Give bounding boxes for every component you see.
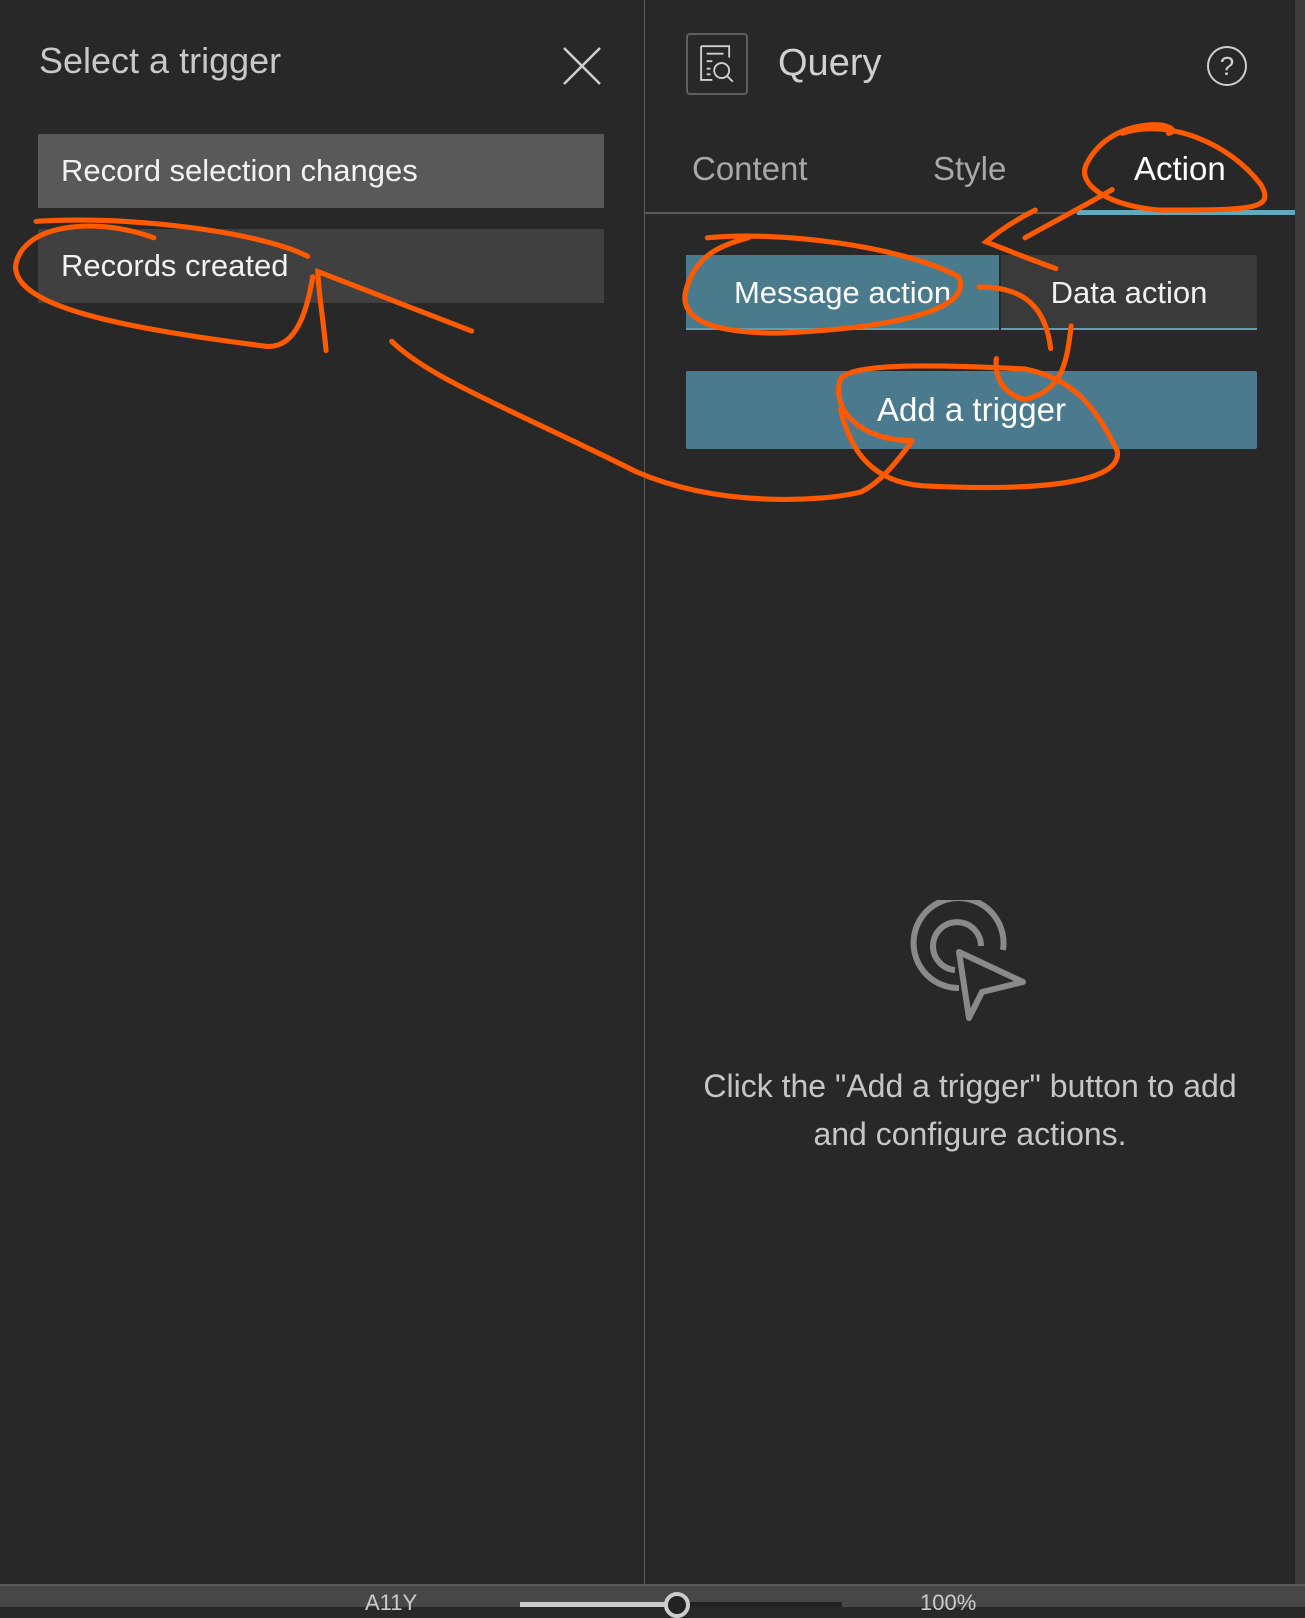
a11y-label[interactable]: A11Y — [365, 1590, 417, 1616]
data-action-tab[interactable]: Data action — [1001, 255, 1257, 330]
query-settings-panel: Query ? Content Style Action Message act… — [645, 0, 1295, 1584]
widget-title: Query — [778, 42, 882, 84]
zoom-slider-fill — [520, 1602, 678, 1607]
query-icon — [686, 33, 748, 95]
trigger-records-created[interactable]: Records created — [38, 229, 604, 303]
tab-style[interactable]: Style — [933, 150, 1006, 188]
active-tab-indicator — [1077, 210, 1295, 215]
close-icon[interactable] — [560, 44, 604, 88]
cursor-target-icon — [910, 900, 1026, 1021]
svg-text:?: ? — [1220, 51, 1234, 81]
tab-content[interactable]: Content — [692, 150, 808, 188]
scrollbar[interactable] — [1295, 0, 1305, 1584]
message-action-tab[interactable]: Message action — [686, 255, 999, 330]
select-trigger-panel: Select a trigger Record selection change… — [0, 0, 645, 1584]
zoom-value: 100% — [920, 1590, 977, 1615]
empty-state-hint: Click the "Add a trigger" button to add … — [703, 1068, 1237, 1152]
tab-action[interactable]: Action — [1134, 150, 1226, 188]
help-icon[interactable]: ? — [1206, 45, 1248, 87]
trigger-record-selection-changes[interactable]: Record selection changes — [38, 134, 604, 208]
add-trigger-button[interactable]: Add a trigger — [686, 371, 1257, 449]
zoom-slider-handle[interactable] — [664, 1592, 690, 1618]
panel-title: Select a trigger — [39, 40, 282, 81]
